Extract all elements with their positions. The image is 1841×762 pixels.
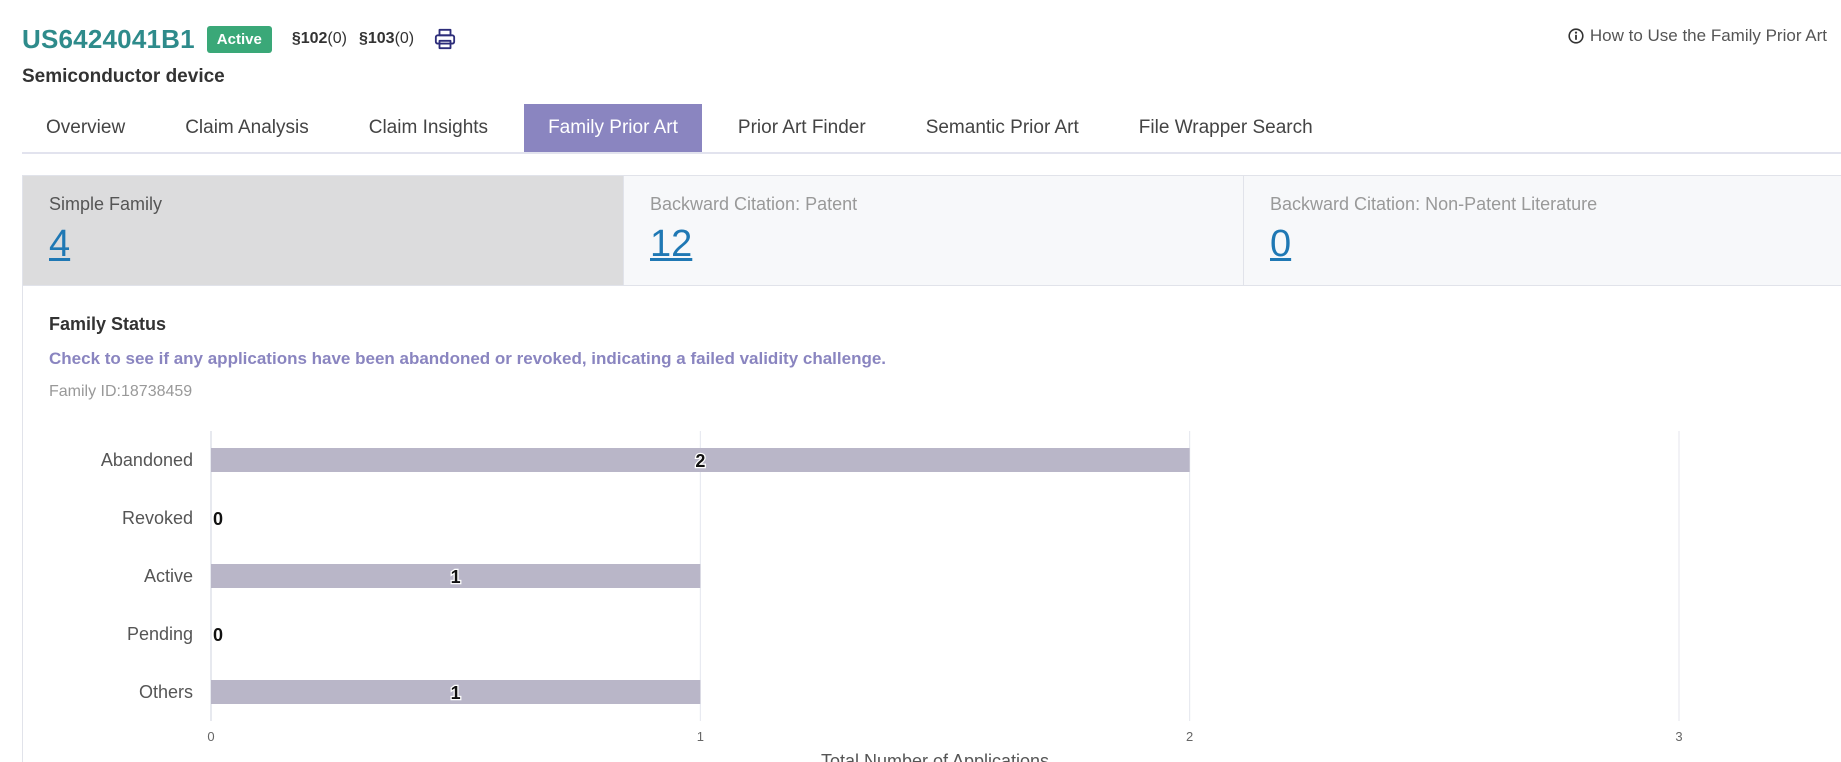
patent-header: US6424041B1 Active §102(0) §103(0) [22, 22, 458, 56]
tab-overview[interactable]: Overview [22, 104, 149, 152]
y-category-label: Revoked [122, 508, 193, 528]
bar-data-label: 2 [695, 451, 705, 471]
stat-label: Backward Citation: Non-Patent Literature [1270, 194, 1598, 214]
family-status-title: Family Status [49, 314, 167, 334]
y-category-label: Others [139, 682, 193, 702]
info-circle-icon [1568, 28, 1584, 44]
x-axis-title: Total Number of Applications [821, 751, 1049, 762]
bar-data-label: 1 [451, 567, 461, 587]
tab-semantic-prior-art[interactable]: Semantic Prior Art [902, 104, 1103, 152]
stat-value-link[interactable]: 0 [1270, 223, 1291, 266]
family-status-bar-chart: 0 1 2 3 Abandoned 2 Revoked 0 Active 1 Pending 0 Oth… [101, 431, 1683, 762]
bar-data-label: 0 [213, 625, 223, 645]
x-tick-label: 2 [1186, 729, 1193, 744]
family-status-chart: 0 1 2 3 Abandoned 2 Revoked 0 Active 1 Pending 0 Oth… [23, 431, 1841, 762]
help-link-label: How to Use the Family Prior Art [1589, 26, 1827, 45]
tab-bar: Overview Claim Analysis Claim Insights F… [22, 104, 1841, 154]
family-id: Family ID:18738459 [49, 383, 193, 400]
y-category-label: Abandoned [101, 450, 193, 470]
family-status-section: Family Status Check to see if any applic… [23, 286, 1841, 401]
x-tick-label: 3 [1675, 729, 1682, 744]
tab-file-wrapper-search[interactable]: File Wrapper Search [1115, 104, 1337, 152]
stat-value-link[interactable]: 12 [650, 223, 692, 266]
bar-data-label: 1 [451, 683, 461, 703]
patent-id: US6424041B1 [22, 23, 195, 54]
stat-value-link[interactable]: 4 [49, 223, 70, 266]
x-tick-label: 0 [207, 729, 214, 744]
stat-backward-citation-patent[interactable]: Backward Citation: Patent 12 [624, 176, 1244, 285]
family-status-description: Check to see if any applications have be… [49, 349, 887, 368]
printer-icon [435, 28, 456, 50]
stat-label: Backward Citation: Patent [650, 194, 858, 214]
family-prior-art-panel: Simple Family 4 Backward Citation: Paten… [22, 175, 1841, 762]
tab-claim-analysis[interactable]: Claim Analysis [161, 104, 333, 152]
x-tick-label: 1 [697, 729, 704, 744]
status-badge: Active [206, 25, 272, 53]
tab-claim-insights[interactable]: Claim Insights [345, 104, 512, 152]
stat-simple-family[interactable]: Simple Family 4 [23, 176, 624, 285]
stats-row: Simple Family 4 Backward Citation: Paten… [23, 176, 1841, 286]
tab-family-prior-art[interactable]: Family Prior Art [524, 104, 702, 152]
patent-title: Semiconductor device [22, 66, 225, 87]
y-category-label: Pending [127, 624, 193, 644]
section-103-count[interactable]: §103(0) [359, 30, 414, 48]
stat-label: Simple Family [49, 194, 163, 214]
bar-data-label: 0 [213, 509, 223, 529]
section-102-count[interactable]: §102(0) [292, 30, 347, 48]
print-button[interactable] [432, 26, 458, 52]
help-link[interactable]: How to Use the Family Prior Art [1568, 26, 1827, 46]
y-category-label: Active [144, 566, 193, 586]
stat-backward-citation-npl[interactable]: Backward Citation: Non-Patent Literature… [1244, 176, 1841, 285]
tab-prior-art-finder[interactable]: Prior Art Finder [714, 104, 890, 152]
